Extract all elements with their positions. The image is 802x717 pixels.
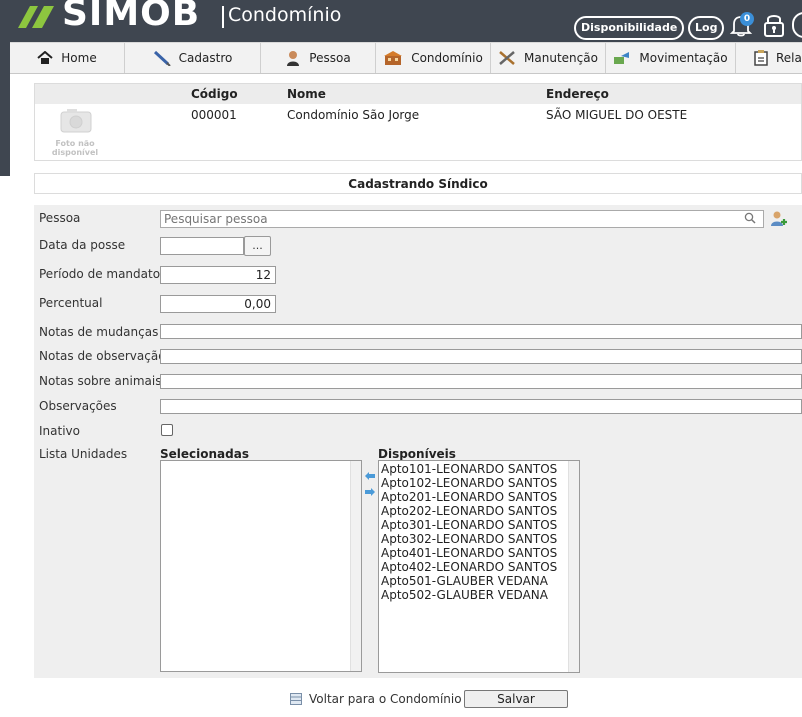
photo-text-line1: Foto não (55, 139, 95, 148)
selected-units-title: Selecionadas (160, 447, 249, 461)
nav-relatorios[interactable]: Rela (736, 43, 802, 73)
unit-option[interactable]: Apto201-LEONARDO SANTOS (379, 490, 557, 504)
nav-cadastro[interactable]: Cadastro (125, 43, 261, 73)
nav-condominio[interactable]: Condomínio (376, 43, 491, 73)
unit-option[interactable]: Apto401-LEONARDO SANTOS (379, 546, 557, 560)
notas-observacao-label: Notas de observação (39, 349, 166, 363)
inativo-checkbox[interactable] (161, 424, 173, 436)
nav-pessoa[interactable]: Pessoa (261, 43, 376, 73)
table-icon (290, 693, 302, 705)
logo-subtitle: Condomínio (228, 4, 342, 26)
pencil-icon (153, 50, 171, 66)
nav-home-label: Home (61, 51, 97, 65)
selected-units-list[interactable] (160, 460, 362, 672)
condo-code: 000001 (191, 108, 237, 122)
left-strip (0, 42, 10, 176)
person-icon (287, 51, 300, 66)
home-icon (37, 51, 53, 64)
lock-icon[interactable] (762, 12, 786, 38)
report-icon (754, 50, 768, 66)
condo-address: SÃO MIGUEL DO OESTE (546, 108, 688, 122)
add-person-icon[interactable] (770, 210, 788, 228)
notification-badge: 0 (740, 12, 754, 26)
nav-manutencao-label: Manutenção (524, 51, 598, 65)
name-header: Nome (287, 87, 326, 101)
nav-movimentacao-label: Movimentação (639, 51, 728, 65)
move-left-arrow-icon[interactable] (365, 472, 375, 480)
observacoes-input[interactable] (160, 399, 802, 414)
unit-option[interactable]: Apto402-LEONARDO SANTOS (379, 560, 557, 574)
back-to-condo-link[interactable]: Voltar para o Condomínio (290, 692, 462, 706)
back-to-condo-label: Voltar para o Condomínio (309, 692, 462, 706)
unit-option[interactable]: Apto301-LEONARDO SANTOS (379, 518, 557, 532)
camera-icon (60, 109, 92, 133)
unit-option[interactable]: Apto502-GLAUBER VEDANA (379, 588, 557, 602)
nav-condominio-label: Condomínio (411, 51, 483, 65)
nav-home[interactable]: Home (10, 43, 125, 73)
pessoa-label: Pessoa (39, 211, 81, 225)
pessoa-search-input[interactable] (160, 210, 764, 228)
notas-animais-label: Notas sobre animais (39, 374, 162, 388)
notas-mudancas-label: Notas de mudanças (39, 325, 159, 339)
date-picker-button[interactable]: ... (244, 236, 271, 256)
unit-option[interactable]: Apto302-LEONARDO SANTOS (379, 532, 557, 546)
main-nav: Home Cadastro Pessoa Condomínio Manutenç… (10, 42, 802, 74)
lista-unidades-label: Lista Unidades (39, 447, 128, 461)
unit-option[interactable]: Apto202-LEONARDO SANTOS (379, 504, 557, 518)
code-header: Código (191, 87, 238, 101)
notas-animais-input[interactable] (160, 374, 802, 389)
inativo-label: Inativo (39, 424, 80, 438)
unit-option[interactable]: Apto102-LEONARDO SANTOS (379, 476, 557, 490)
periodo-label: Período de mandato (39, 267, 161, 281)
percentual-input[interactable] (160, 295, 276, 313)
save-button[interactable]: Salvar (464, 690, 568, 708)
notas-observacao-input[interactable] (160, 349, 802, 364)
selected-units-scrollbar[interactable] (350, 461, 361, 671)
observacoes-label: Observações (39, 399, 117, 413)
section-title: Cadastrando Síndico (34, 173, 802, 194)
notas-mudancas-input[interactable] (160, 324, 802, 339)
app-header: SIMOB Condomínio Disponibilidade Log 0 (0, 0, 802, 42)
condo-info-card: Foto não disponível Código Nome Endereço… (34, 83, 802, 161)
availability-button[interactable]: Disponibilidade (574, 16, 685, 40)
nav-movimentacao[interactable]: Movimentação (606, 43, 736, 73)
unit-option[interactable]: Apto501-GLAUBER VEDANA (379, 574, 557, 588)
photo-text-line2: disponível (51, 148, 99, 157)
logo-separator (222, 6, 224, 28)
condo-photo-placeholder: Foto não disponível (45, 106, 105, 158)
available-units-title: Disponíveis (378, 447, 456, 461)
tools-icon (499, 51, 515, 65)
nav-relatorios-label: Rela (776, 51, 802, 65)
available-units-list[interactable]: Apto101-LEONARDO SANTOS Apto102-LEONARDO… (378, 460, 580, 673)
address-header: Endereço (546, 87, 609, 101)
available-units-scrollbar[interactable] (568, 461, 579, 672)
logo-text: SIMOB (62, 0, 201, 34)
data-posse-label: Data da posse (39, 238, 126, 252)
nav-pessoa-label: Pessoa (309, 51, 351, 65)
movement-icon (614, 52, 630, 64)
unit-option[interactable]: Apto101-LEONARDO SANTOS (379, 462, 557, 476)
condo-info-header (35, 84, 801, 104)
sindico-form: Pessoa Data da posse ... Período de mand… (34, 205, 802, 678)
log-button[interactable]: Log (688, 16, 725, 40)
periodo-input[interactable] (160, 266, 276, 284)
user-menu-icon[interactable] (792, 12, 802, 38)
nav-cadastro-label: Cadastro (178, 51, 233, 65)
search-icon[interactable] (744, 212, 756, 224)
move-right-arrow-icon[interactable] (365, 488, 375, 496)
logo-swoosh-icon (18, 6, 54, 28)
condo-name: Condomínio São Jorge (287, 108, 420, 122)
nav-manutencao[interactable]: Manutenção (491, 43, 606, 73)
percentual-label: Percentual (39, 296, 103, 310)
data-posse-input[interactable] (160, 237, 244, 255)
building-icon (384, 51, 403, 65)
